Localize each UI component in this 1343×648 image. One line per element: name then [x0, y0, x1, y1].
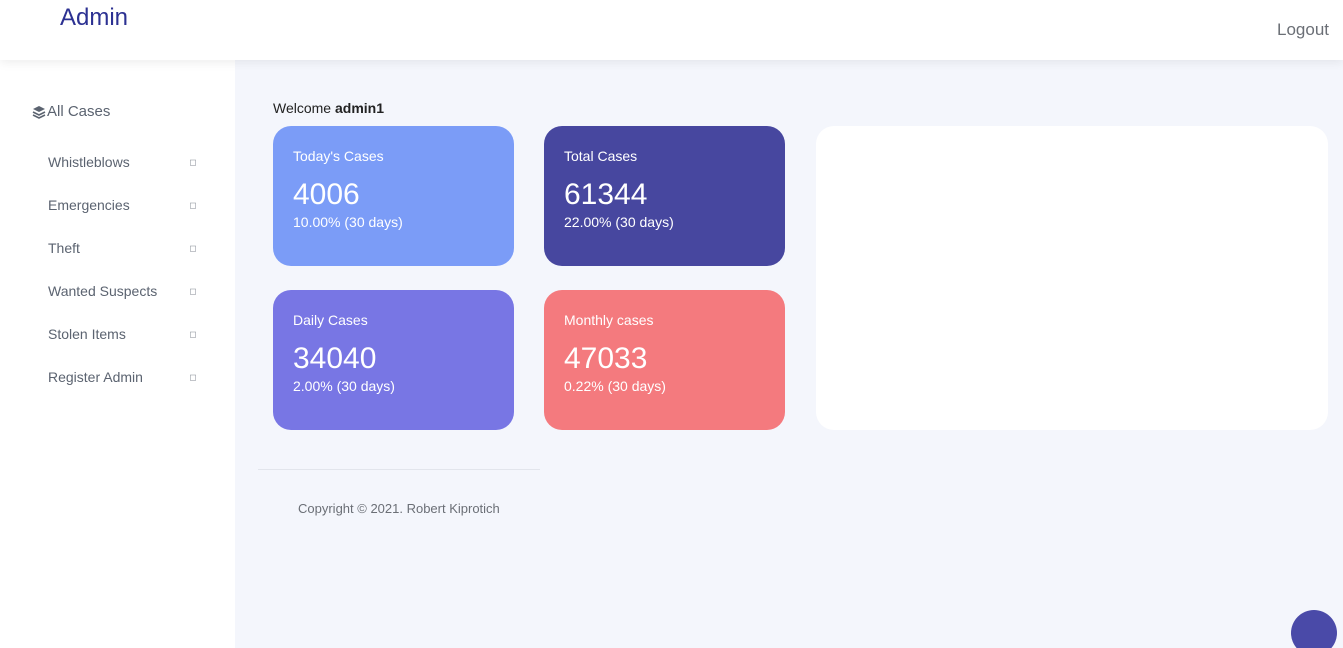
card-value: 4006 [293, 178, 360, 211]
card-title: Today's Cases [293, 148, 384, 164]
sidebar-item-label: Theft [48, 240, 80, 256]
sidebar-item-register-admin[interactable]: Register Admin ◻ [48, 366, 198, 388]
card-change: 22.00% (30 days) [564, 214, 674, 230]
card-change: 10.00% (30 days) [293, 214, 403, 230]
copyright-text: Copyright © 2021. Robert Kiprotich [298, 501, 500, 516]
sidebar-item-theft[interactable]: Theft ◻ [48, 237, 198, 259]
stat-card-todays-cases[interactable]: Today's Cases 4006 10.00% (30 days) [273, 126, 514, 266]
sidebar-item-emergencies[interactable]: Emergencies ◻ [48, 194, 198, 216]
welcome-message: Welcome admin1 [273, 100, 384, 116]
chevron-icon: ◻ [189, 242, 197, 253]
card-change: 0.22% (30 days) [564, 378, 666, 394]
chevron-icon: ◻ [189, 156, 197, 167]
chevron-icon: ◻ [189, 199, 197, 210]
welcome-prefix: Welcome [273, 100, 332, 116]
layers-icon [32, 105, 46, 119]
floating-action-button[interactable] [1291, 610, 1337, 648]
top-bar: Admin Logout [0, 0, 1343, 60]
card-value: 34040 [293, 342, 377, 375]
logout-link[interactable]: Logout [1277, 20, 1329, 40]
stat-card-total-cases[interactable]: Total Cases 61344 22.00% (30 days) [544, 126, 785, 266]
card-title: Total Cases [564, 148, 638, 164]
card-change: 2.00% (30 days) [293, 378, 395, 394]
brand-title[interactable]: Admin [60, 4, 128, 32]
sidebar-item-label: Emergencies [48, 197, 130, 213]
card-title: Monthly cases [564, 312, 654, 328]
chevron-icon: ◻ [189, 371, 197, 382]
welcome-username: admin1 [334, 100, 384, 116]
chart-panel [816, 126, 1328, 430]
sidebar-item-label: Register Admin [48, 369, 143, 385]
sidebar-item-stolen-items[interactable]: Stolen Items ◻ [48, 323, 198, 345]
sidebar-item-label: Wanted Suspects [48, 283, 158, 299]
card-value: 47033 [564, 342, 648, 375]
chevron-icon: ◻ [189, 285, 197, 296]
stat-card-daily-cases[interactable]: Daily Cases 34040 2.00% (30 days) [273, 290, 514, 430]
sidebar-title: All Cases [47, 103, 111, 120]
sidebar-item-label: Stolen Items [48, 326, 126, 342]
card-value: 61344 [564, 178, 648, 211]
sidebar-item-label: Whistleblows [48, 154, 130, 170]
stat-card-monthly-cases[interactable]: Monthly cases 47033 0.22% (30 days) [544, 290, 785, 430]
sidebar-item-whistleblows[interactable]: Whistleblows ◻ [48, 151, 198, 173]
sidebar: All Cases Whistleblows ◻ Emergencies ◻ T… [0, 60, 235, 648]
chevron-icon: ◻ [189, 328, 197, 339]
sidebar-all-cases[interactable]: All Cases [32, 103, 110, 120]
sidebar-item-wanted-suspects[interactable]: Wanted Suspects ◻ [48, 280, 198, 302]
card-title: Daily Cases [293, 312, 368, 328]
footer-divider [258, 469, 540, 470]
sidebar-list: Whistleblows ◻ Emergencies ◻ Theft ◻ Wan… [48, 151, 198, 409]
